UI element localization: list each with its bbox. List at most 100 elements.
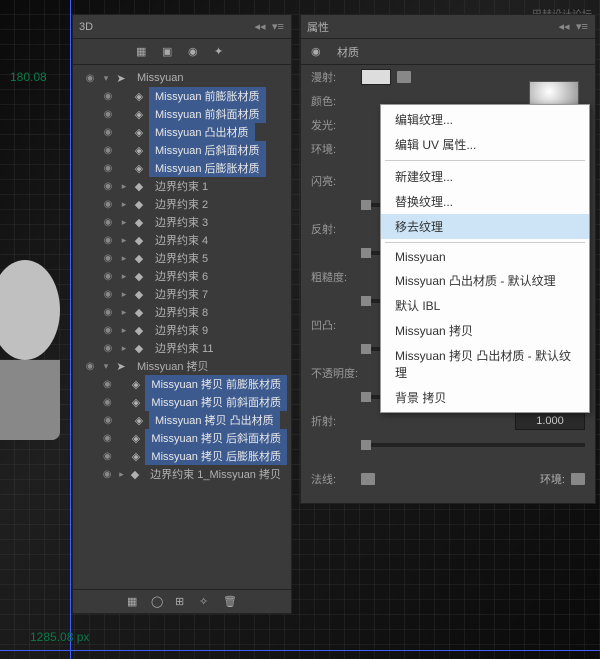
tree-item-label: 边界约束 6 bbox=[149, 267, 214, 285]
material-tab-label[interactable]: 材质 bbox=[337, 44, 359, 60]
tree-row[interactable]: ◉▸◆边界约束 11 bbox=[73, 339, 291, 357]
diffuse-swatch[interactable] bbox=[361, 69, 391, 85]
twisty-icon[interactable]: ▸ bbox=[119, 253, 129, 264]
menu-item[interactable]: 默认 IBL bbox=[381, 293, 589, 318]
new-icon[interactable]: ⊞ bbox=[175, 595, 189, 609]
tree-row[interactable]: ◉▸◆边界约束 7 bbox=[73, 285, 291, 303]
menu-item[interactable]: Missyuan 凸出材质 - 默认纹理 bbox=[381, 268, 589, 293]
mesh-icon: ◆ bbox=[130, 468, 140, 480]
envmap-texture-icon[interactable] bbox=[571, 473, 585, 485]
visibility-toggle-icon[interactable]: ◉ bbox=[101, 451, 114, 462]
menu-item[interactable]: 编辑 UV 属性... bbox=[381, 132, 589, 157]
visibility-toggle-icon[interactable]: ◉ bbox=[101, 235, 115, 246]
tree-row[interactable]: ◉◈Missyuan 拷贝 后膨胀材质 bbox=[73, 447, 291, 465]
visibility-toggle-icon[interactable]: ◉ bbox=[101, 271, 115, 282]
refract-slider[interactable] bbox=[361, 443, 585, 447]
visibility-toggle-icon[interactable]: ◉ bbox=[101, 145, 115, 156]
visibility-toggle-icon[interactable]: ◉ bbox=[101, 433, 114, 444]
tree-row[interactable]: ◉▾➤Missyuan 拷贝 bbox=[73, 357, 291, 375]
twisty-icon[interactable]: ▸ bbox=[119, 199, 129, 210]
menu-item[interactable]: Missyuan 拷贝 凸出材质 - 默认纹理 bbox=[381, 343, 589, 385]
visibility-toggle-icon[interactable]: ◉ bbox=[101, 307, 115, 318]
tree-row[interactable]: ◉◈Missyuan 凸出材质 bbox=[73, 123, 291, 141]
normals-texture-icon[interactable] bbox=[361, 473, 375, 485]
tree-row[interactable]: ◉◈Missyuan 拷贝 前膨胀材质 bbox=[73, 375, 291, 393]
menu-item[interactable]: 背景 拷贝 bbox=[381, 385, 589, 410]
visibility-toggle-icon[interactable]: ◉ bbox=[83, 73, 97, 84]
twisty-icon[interactable]: ▸ bbox=[119, 307, 129, 318]
collapse-icon[interactable]: ◂◂ bbox=[253, 20, 267, 34]
twisty-icon[interactable]: ▸ bbox=[119, 181, 129, 192]
twisty-icon[interactable]: ▾ bbox=[101, 361, 111, 372]
tree-row[interactable]: ◉▸◆边界约束 2 bbox=[73, 195, 291, 213]
twisty-icon[interactable]: ▸ bbox=[119, 271, 129, 282]
visibility-toggle-icon[interactable]: ◉ bbox=[101, 217, 115, 228]
refract-input[interactable] bbox=[515, 412, 585, 430]
visibility-toggle-icon[interactable]: ◉ bbox=[101, 397, 114, 408]
guide-horizontal[interactable] bbox=[0, 650, 600, 651]
tree-row[interactable]: ◉▸◆边界约束 1 bbox=[73, 177, 291, 195]
collapse-icon[interactable]: ◂◂ bbox=[557, 20, 571, 34]
twisty-icon[interactable]: ▸ bbox=[119, 325, 129, 336]
effects-icon[interactable]: ✧ bbox=[199, 595, 213, 609]
tree-row[interactable]: ◉▸◆边界约束 1_Missyuan 拷贝 bbox=[73, 465, 291, 483]
material-tab-icon[interactable]: ◉ bbox=[311, 45, 325, 59]
twisty-icon[interactable]: ▸ bbox=[119, 235, 129, 246]
twisty-icon[interactable]: ▸ bbox=[117, 469, 126, 480]
visibility-toggle-icon[interactable]: ◉ bbox=[101, 127, 115, 138]
visibility-toggle-icon[interactable]: ◉ bbox=[101, 181, 115, 192]
tree-row[interactable]: ◉▾➤Missyuan bbox=[73, 69, 291, 87]
visibility-toggle-icon[interactable]: ◉ bbox=[101, 343, 115, 354]
tree-row[interactable]: ◉▸◆边界约束 4 bbox=[73, 231, 291, 249]
render-icon[interactable]: ▦ bbox=[127, 595, 141, 609]
visibility-toggle-icon[interactable]: ◉ bbox=[83, 361, 97, 372]
visibility-toggle-icon[interactable]: ◉ bbox=[101, 163, 115, 174]
twisty-icon[interactable]: ▸ bbox=[119, 343, 129, 354]
tree-row[interactable]: ◉◈Missyuan 拷贝 后斜面材质 bbox=[73, 429, 291, 447]
tree-row[interactable]: ◉◈Missyuan 后膨胀材质 bbox=[73, 159, 291, 177]
panel-3d-header[interactable]: 3D ◂◂ ▾≡ bbox=[73, 15, 291, 39]
visibility-toggle-icon[interactable]: ◉ bbox=[101, 109, 115, 120]
tree-item-label: Missyuan 前斜面材质 bbox=[149, 105, 266, 123]
mesh-filter-icon[interactable]: ▣ bbox=[162, 45, 176, 59]
menu-item[interactable]: 替换纹理... bbox=[381, 189, 589, 214]
panel-props-header[interactable]: 属性 ◂◂ ▾≡ bbox=[301, 15, 595, 39]
delete-icon[interactable]: 🗑 bbox=[223, 595, 237, 609]
tree-row[interactable]: ◉◈Missyuan 拷贝 前斜面材质 bbox=[73, 393, 291, 411]
menu-item[interactable]: Missyuan bbox=[381, 246, 589, 268]
visibility-toggle-icon[interactable]: ◉ bbox=[101, 199, 115, 210]
tree-row[interactable]: ◉▸◆边界约束 9 bbox=[73, 321, 291, 339]
tree-row[interactable]: ◉◈Missyuan 拷贝 凸出材质 bbox=[73, 411, 291, 429]
visibility-toggle-icon[interactable]: ◉ bbox=[101, 289, 115, 300]
tree-item-label: 边界约束 1 bbox=[149, 177, 214, 195]
mask-icon[interactable]: ◯ bbox=[151, 595, 165, 609]
menu-remove-texture[interactable]: 移去纹理 bbox=[381, 214, 589, 239]
visibility-toggle-icon[interactable]: ◉ bbox=[101, 325, 115, 336]
diffuse-texture-icon[interactable] bbox=[397, 71, 411, 83]
light-filter-icon[interactable]: ✦ bbox=[214, 45, 228, 59]
tree-row[interactable]: ◉◈Missyuan 前斜面材质 bbox=[73, 105, 291, 123]
menu-icon[interactable]: ▾≡ bbox=[575, 20, 589, 34]
tree-row[interactable]: ◉◈Missyuan 后斜面材质 bbox=[73, 141, 291, 159]
guide-vertical[interactable] bbox=[70, 0, 71, 659]
visibility-toggle-icon[interactable]: ◉ bbox=[101, 91, 115, 102]
menu-item[interactable]: 编辑纹理... bbox=[381, 107, 589, 132]
twisty-icon[interactable]: ▸ bbox=[119, 289, 129, 300]
tree-row[interactable]: ◉▸◆边界约束 3 bbox=[73, 213, 291, 231]
visibility-toggle-icon[interactable]: ◉ bbox=[101, 415, 115, 426]
visibility-toggle-icon[interactable]: ◉ bbox=[101, 253, 115, 264]
twisty-icon[interactable]: ▸ bbox=[119, 217, 129, 228]
menu-icon[interactable]: ▾≡ bbox=[271, 20, 285, 34]
visibility-toggle-icon[interactable]: ◉ bbox=[101, 379, 114, 390]
twisty-icon[interactable]: ▾ bbox=[101, 73, 111, 84]
tree-row[interactable]: ◉▸◆边界约束 8 bbox=[73, 303, 291, 321]
scene-filter-icon[interactable]: ▦ bbox=[136, 45, 150, 59]
tree-row[interactable]: ◉▸◆边界约束 5 bbox=[73, 249, 291, 267]
visibility-toggle-icon[interactable]: ◉ bbox=[101, 469, 113, 480]
menu-item[interactable]: Missyuan 拷贝 bbox=[381, 318, 589, 343]
tree-item-label: Missyuan 凸出材质 bbox=[149, 123, 255, 141]
menu-item[interactable]: 新建纹理... bbox=[381, 164, 589, 189]
material-filter-icon[interactable]: ◉ bbox=[188, 45, 202, 59]
tree-row[interactable]: ◉◈Missyuan 前膨胀材质 bbox=[73, 87, 291, 105]
tree-row[interactable]: ◉▸◆边界约束 6 bbox=[73, 267, 291, 285]
